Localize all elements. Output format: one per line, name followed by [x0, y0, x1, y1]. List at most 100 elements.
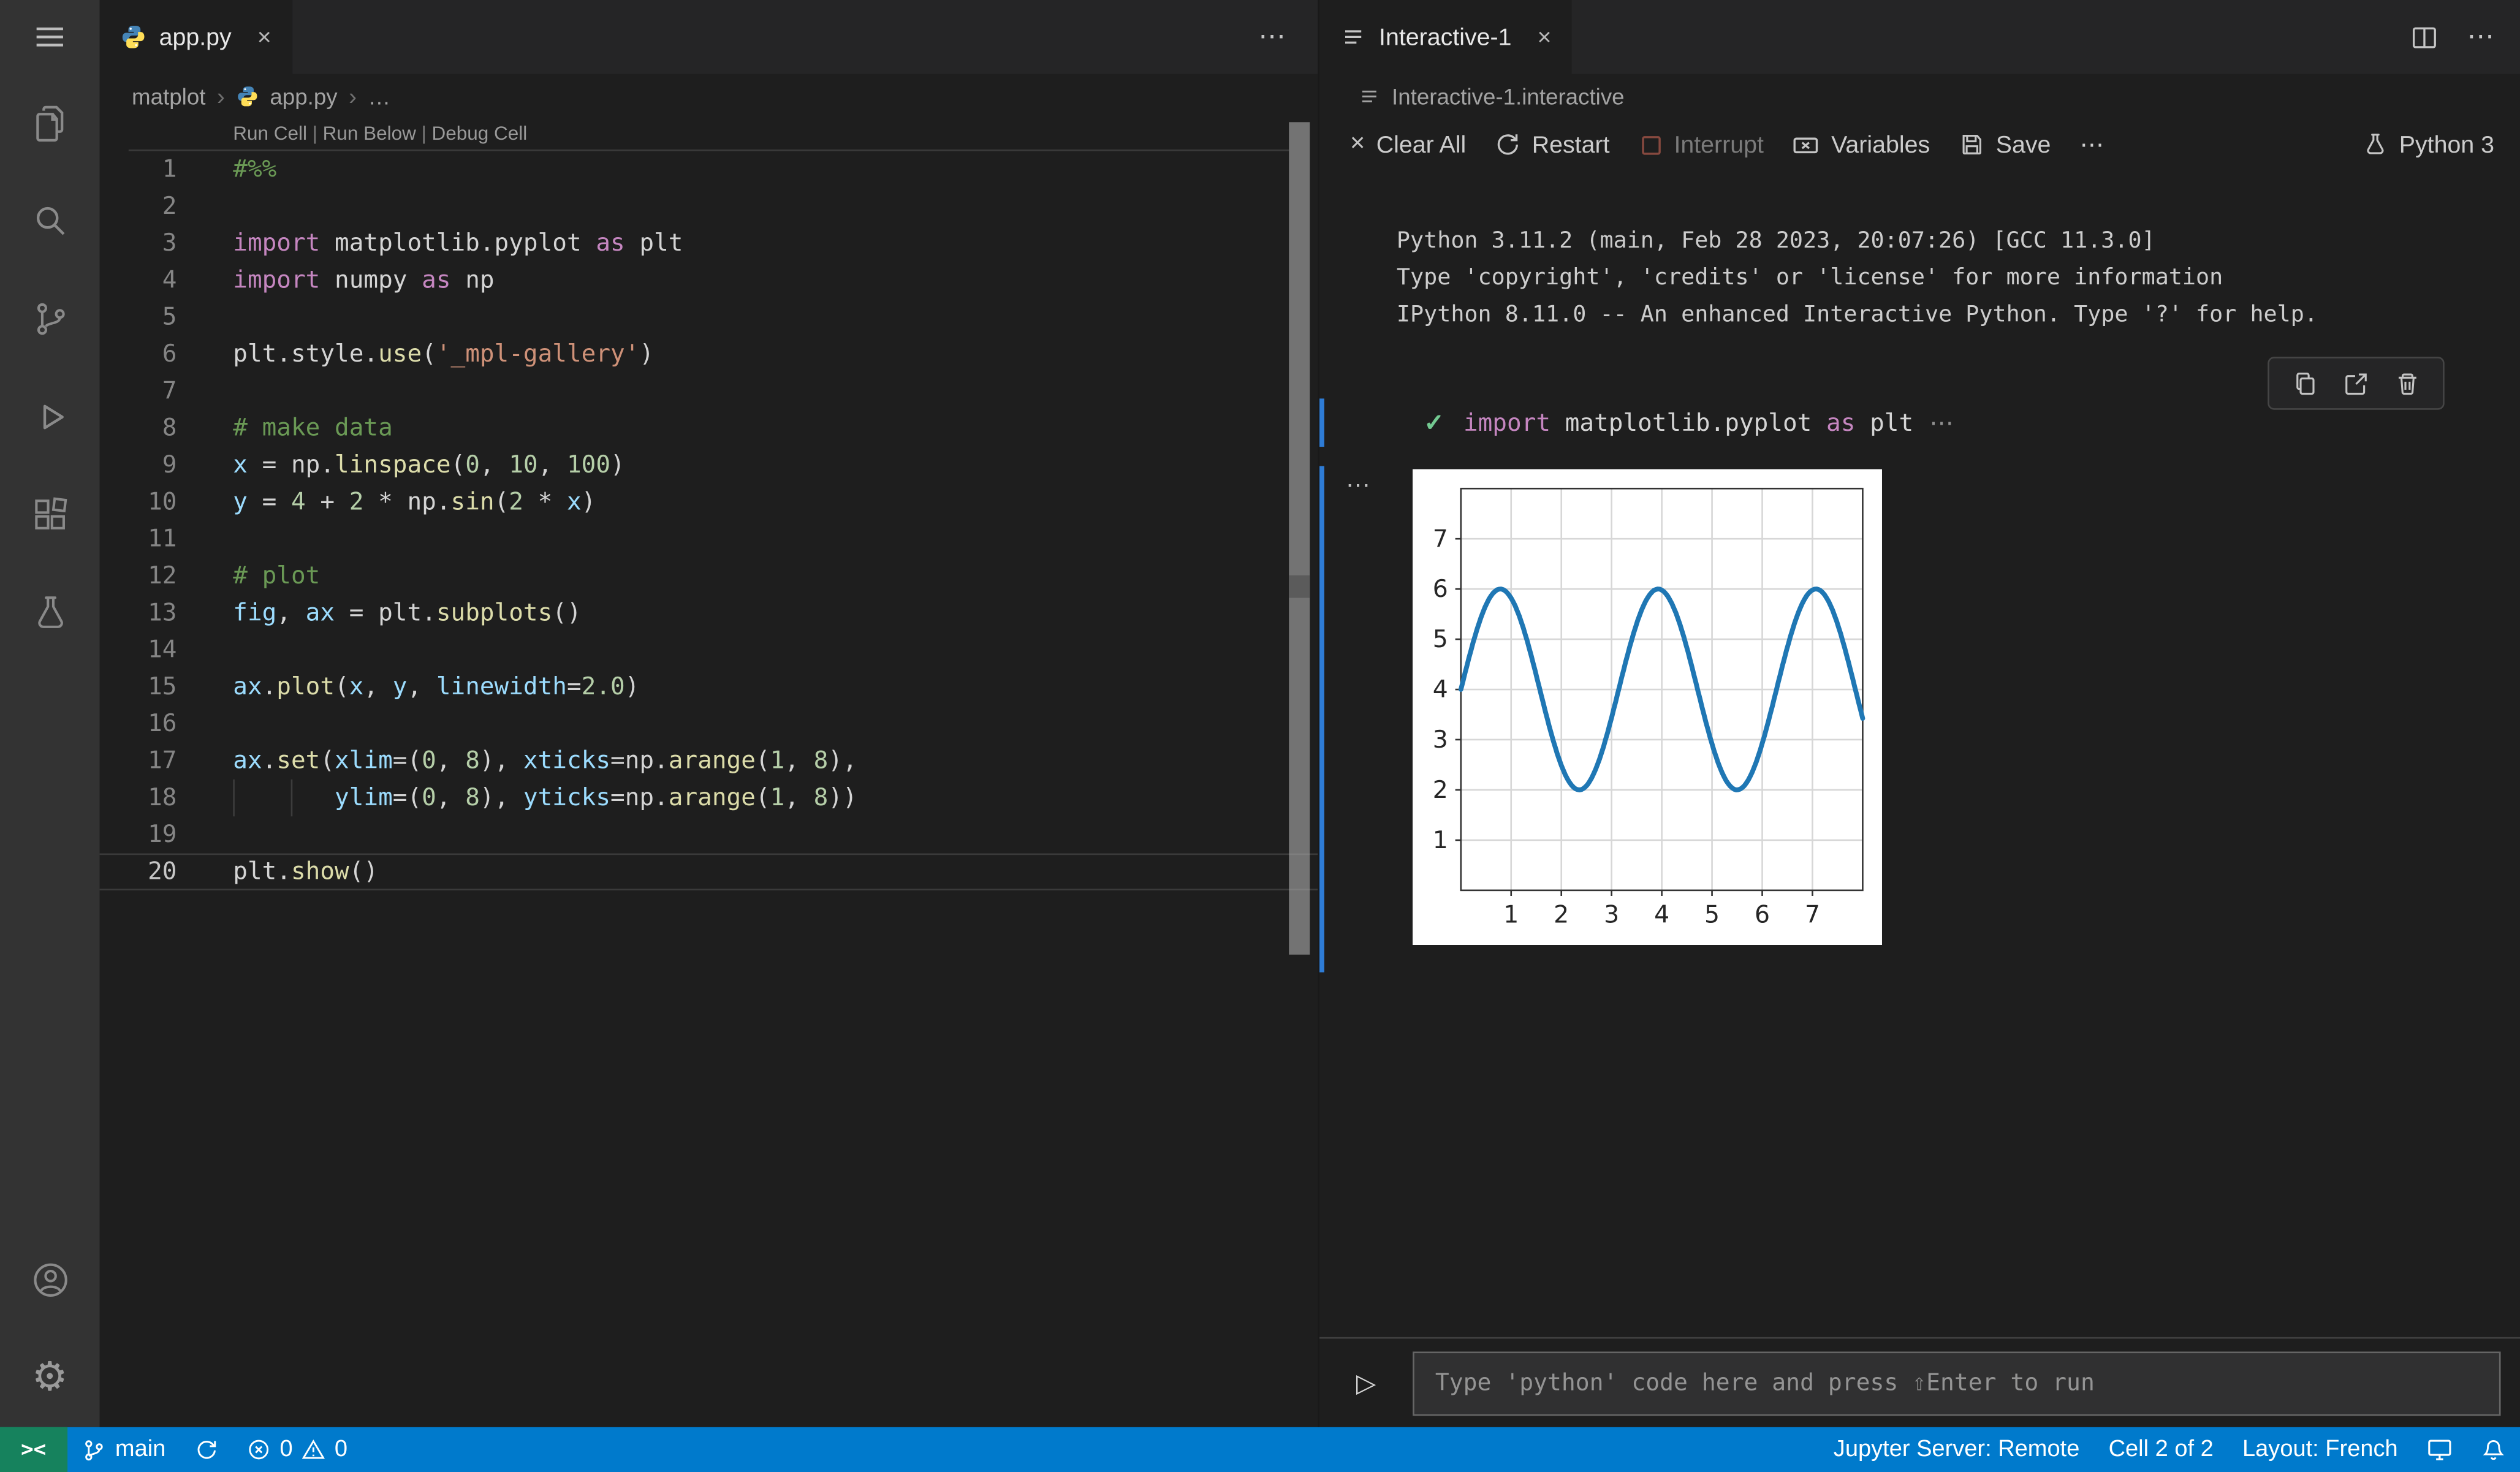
code-line-7[interactable]: 7 [100, 373, 1318, 409]
breadcrumb-file[interactable]: app.py [270, 83, 337, 109]
editor-group: app.py × ⋯ matplot › app.py › … Run Cell… [100, 0, 1318, 1427]
sidebar-item-source-control[interactable] [0, 270, 100, 368]
code-line-19[interactable]: 19 [100, 816, 1318, 853]
svg-text:1: 1 [1433, 826, 1448, 854]
line-number: 18 [100, 780, 177, 816]
clear-all-button[interactable]: × Clear All [1335, 126, 1481, 164]
line-number: 19 [100, 816, 177, 853]
sidebar-item-run-debug[interactable] [0, 368, 100, 466]
code-line-1[interactable]: 1#%% [100, 151, 1318, 188]
line-number: 11 [100, 521, 177, 558]
interrupt-icon [1639, 132, 1663, 156]
cell-code: import matplotlib.pyplot as plt [1463, 408, 1913, 437]
close-tab-icon[interactable]: × [1537, 23, 1551, 51]
editor-scrollbar[interactable] [1289, 122, 1310, 954]
run-input-icon[interactable]: ▷ [1319, 1367, 1413, 1398]
codelens-run-below[interactable]: Run Below [323, 122, 416, 145]
menu-icon [32, 19, 67, 55]
code-editor[interactable]: Run Cell | Run Below | Debug Cell 1#%%23… [100, 119, 1318, 1427]
tab-label: app.py [159, 23, 232, 51]
save-button[interactable]: Save [1945, 126, 2065, 163]
code-line-8[interactable]: 8# make data [100, 410, 1318, 447]
code-line-10[interactable]: 10y = 4 + 2 * np.sin(2 * x) [100, 484, 1318, 520]
code-line-3[interactable]: 3import matplotlib.pyplot as plt [100, 225, 1318, 262]
line-number: 5 [100, 299, 177, 336]
tab-interactive-1[interactable]: Interactive-1 × [1319, 0, 1573, 74]
copy-icon[interactable] [2292, 370, 2318, 396]
line-number: 13 [100, 594, 177, 631]
line-number: 6 [100, 336, 177, 373]
code-line-16[interactable]: 16 [100, 705, 1318, 742]
cell-expand-icon[interactable]: ⋯ [1929, 408, 1953, 437]
variables-button[interactable]: Variables [1778, 126, 1945, 163]
svg-text:3: 3 [1604, 900, 1619, 928]
line-number: 15 [100, 669, 177, 705]
code-line-15[interactable]: 15ax.plot(x, y, linewidth=2.0) [100, 669, 1318, 705]
chevron-right-icon: › [349, 83, 357, 110]
sidebar-item-extensions[interactable] [0, 466, 100, 564]
panel-more-actions-icon[interactable]: ⋯ [2467, 21, 2494, 53]
sidebar-item-explorer[interactable] [0, 74, 100, 172]
interactive-code-input[interactable]: Type 'python' code here and press ⇧Enter… [1413, 1351, 2500, 1415]
executed-cell[interactable]: ✓ import matplotlib.pyplot as plt ⋯ [1319, 398, 2520, 447]
code-line-14[interactable]: 14 [100, 632, 1318, 669]
explorer-icon [29, 102, 70, 144]
sidebar-item-search[interactable] [0, 172, 100, 270]
breadcrumb-item[interactable]: Interactive-1.interactive [1392, 83, 1625, 109]
python-banner: Python 3.11.2 (main, Feb 28 2023, 20:07:… [1397, 224, 2520, 335]
interrupt-button[interactable]: Interrupt [1624, 126, 1778, 163]
branch-indicator[interactable]: main [67, 1427, 180, 1472]
code-line-6[interactable]: 6plt.style.use('_mpl-gallery') [100, 336, 1318, 373]
chevron-right-icon: › [217, 83, 225, 110]
sync-indicator[interactable] [180, 1427, 233, 1472]
accounts-button[interactable] [0, 1231, 100, 1329]
code-line-4[interactable]: 4import numpy as np [100, 262, 1318, 298]
save-icon [1959, 132, 1984, 157]
toolbar-more-icon[interactable]: ⋯ [2065, 126, 2119, 164]
remote-explorer-button[interactable] [2412, 1427, 2467, 1472]
cell-position-indicator[interactable]: Cell 2 of 2 [2094, 1427, 2228, 1472]
sidebar-item-testing[interactable] [0, 564, 100, 662]
line-number: 17 [100, 743, 177, 780]
output-cell[interactable]: … 12345671234567 [1319, 466, 2520, 973]
collapsed-input-icon[interactable]: … [1345, 466, 1373, 495]
code-line-20[interactable]: 20plt.show() [100, 854, 1318, 890]
split-editor-icon[interactable] [2411, 23, 2438, 51]
open-external-icon[interactable] [2344, 370, 2369, 396]
remote-indicator[interactable]: >< [0, 1427, 67, 1472]
tab-label: Interactive-1 [1379, 23, 1511, 51]
layout-indicator[interactable]: Layout: French [2228, 1427, 2412, 1472]
svg-text:2: 2 [1554, 900, 1569, 928]
code-line-9[interactable]: 9x = np.linspace(0, 10, 100) [100, 447, 1318, 484]
trash-icon[interactable] [2394, 370, 2420, 396]
code-line-5[interactable]: 5 [100, 299, 1318, 336]
code-line-18[interactable]: 18 ylim=(0, 8), yticks=np.arange(1, 8)) [100, 780, 1318, 816]
code-line-12[interactable]: 12# plot [100, 558, 1318, 594]
close-tab-icon[interactable]: × [257, 23, 271, 51]
code-line-13[interactable]: 13fig, ax = plt.subplots() [100, 594, 1318, 631]
restart-button[interactable]: Restart [1481, 126, 1624, 163]
cell-success-icon: ✓ [1424, 408, 1444, 437]
breadcrumb-folder[interactable]: matplot [132, 83, 205, 109]
kernel-picker[interactable]: Python 3 [2362, 131, 2520, 159]
banner-line: IPython 8.11.0 -- An enhanced Interactiv… [1397, 297, 2520, 334]
code-line-17[interactable]: 17ax.set(xlim=(0, 8), xticks=np.arange(1… [100, 743, 1318, 780]
python-file-icon [236, 85, 259, 108]
codelens-run-cell[interactable]: Run Cell [233, 122, 307, 145]
account-icon [30, 1260, 70, 1300]
codelens-debug-cell[interactable]: Debug Cell [432, 122, 528, 145]
editor-more-actions-icon[interactable]: ⋯ [1258, 21, 1286, 53]
remote-icon: >< [21, 1438, 46, 1462]
jupyter-server-indicator[interactable]: Jupyter Server: Remote [1819, 1427, 2094, 1472]
svg-text:1: 1 [1503, 900, 1519, 928]
settings-button[interactable]: ⚙ [0, 1329, 100, 1427]
svg-text:4: 4 [1654, 900, 1669, 928]
notifications-button[interactable] [2467, 1427, 2520, 1472]
code-lines: 1#%%23import matplotlib.pyplot as plt4im… [100, 151, 1318, 890]
menu-button[interactable] [0, 0, 100, 74]
tab-app-py[interactable]: app.py × [100, 0, 292, 74]
code-line-11[interactable]: 11 [100, 521, 1318, 558]
problems-indicator[interactable]: 0 0 [233, 1427, 362, 1472]
breadcrumb-more[interactable]: … [368, 83, 390, 109]
code-line-2[interactable]: 2 [100, 188, 1318, 225]
